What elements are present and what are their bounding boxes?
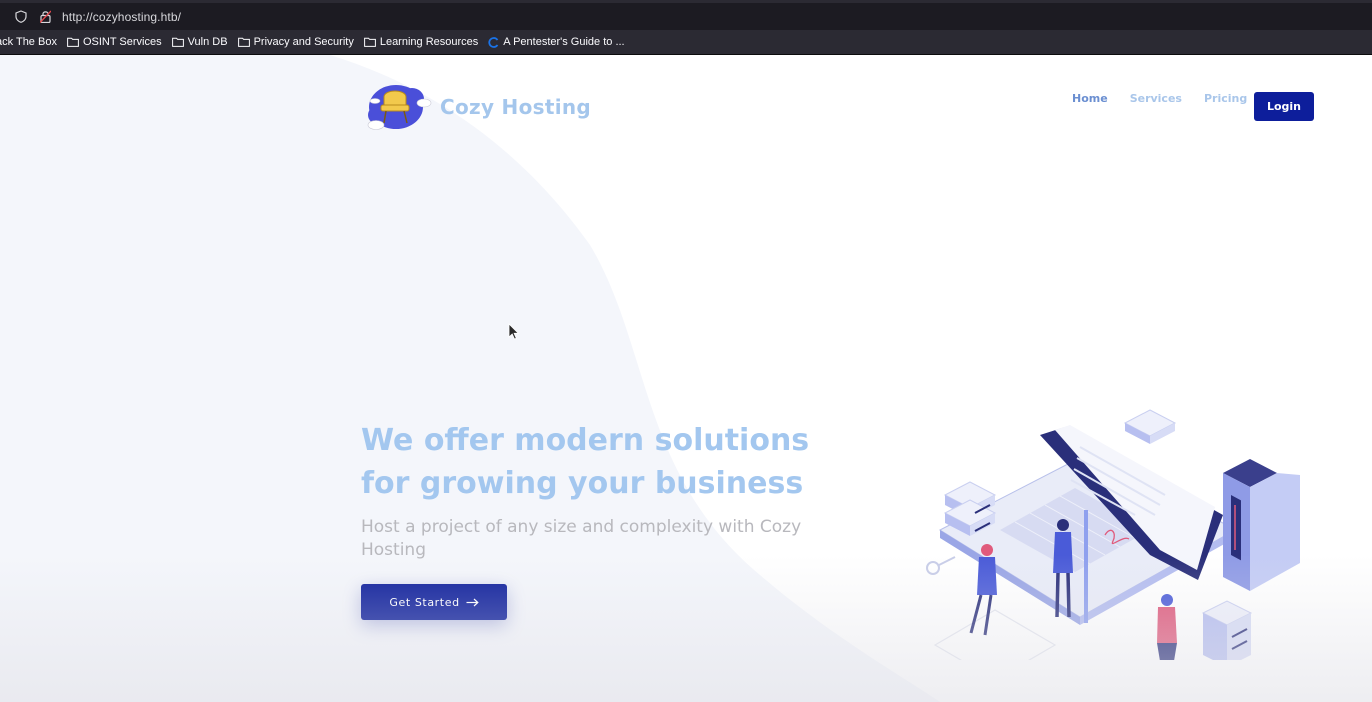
folder-icon xyxy=(67,37,79,47)
nav-services[interactable]: Services xyxy=(1130,92,1182,105)
login-button[interactable]: Login xyxy=(1254,92,1314,121)
brand-name: Cozy Hosting xyxy=(440,95,592,119)
get-started-label: Get Started xyxy=(389,595,460,609)
arrow-right-icon xyxy=(466,598,479,606)
shield-icon[interactable] xyxy=(14,10,28,24)
browser-url-bar: http://cozyhosting.htb/ xyxy=(0,0,1372,30)
bookmark-folder-privacy[interactable]: Privacy and Security xyxy=(237,36,354,48)
folder-icon xyxy=(171,37,184,47)
folder-icon xyxy=(363,37,376,47)
bookmark-folder-osint[interactable]: OSINT Services xyxy=(67,36,162,48)
mouse-cursor-icon xyxy=(508,323,520,340)
bookmark-hackthebox[interactable]: ack The Box xyxy=(0,36,57,48)
bookmark-folder-learning[interactable]: Learning Resources xyxy=(363,36,479,48)
bookmark-label: Learning Resources xyxy=(379,36,479,48)
bookmark-label: OSINT Services xyxy=(82,36,162,48)
hero-illustration xyxy=(926,409,1300,660)
get-started-button[interactable]: Get Started xyxy=(361,584,507,620)
cloud-chair-logo-icon xyxy=(367,85,432,130)
bookmark-pentester-guide[interactable]: A Pentester's Guide to ... xyxy=(488,36,625,48)
loading-icon xyxy=(488,36,499,48)
bookmark-folder-vulndb[interactable]: Vuln DB xyxy=(171,36,228,48)
bookmark-label: A Pentester's Guide to ... xyxy=(503,36,625,48)
hero-title: We offer modern solutions for growing yo… xyxy=(361,423,810,501)
brand-logo[interactable]: Cozy Hosting xyxy=(366,79,591,135)
bookmark-label: ack The Box xyxy=(0,36,57,48)
insecure-lock-icon[interactable] xyxy=(38,10,52,24)
folder-icon xyxy=(237,37,250,47)
nav-home[interactable]: Home xyxy=(1072,92,1108,105)
hero-subtitle: Host a project of any size and complexit… xyxy=(361,517,802,560)
main-nav: Home Services Pricing xyxy=(1072,92,1247,105)
nav-pricing[interactable]: Pricing xyxy=(1204,92,1247,105)
bookmarks-bar: ack The Box OSINT Services Vuln DB Priva… xyxy=(0,30,1372,55)
bookmark-label: Privacy and Security xyxy=(253,36,354,48)
page-viewport: Cozy Hosting Home Services Pricing Login… xyxy=(0,55,1372,702)
url-text[interactable]: http://cozyhosting.htb/ xyxy=(62,10,181,24)
bookmark-label: Vuln DB xyxy=(187,36,228,48)
